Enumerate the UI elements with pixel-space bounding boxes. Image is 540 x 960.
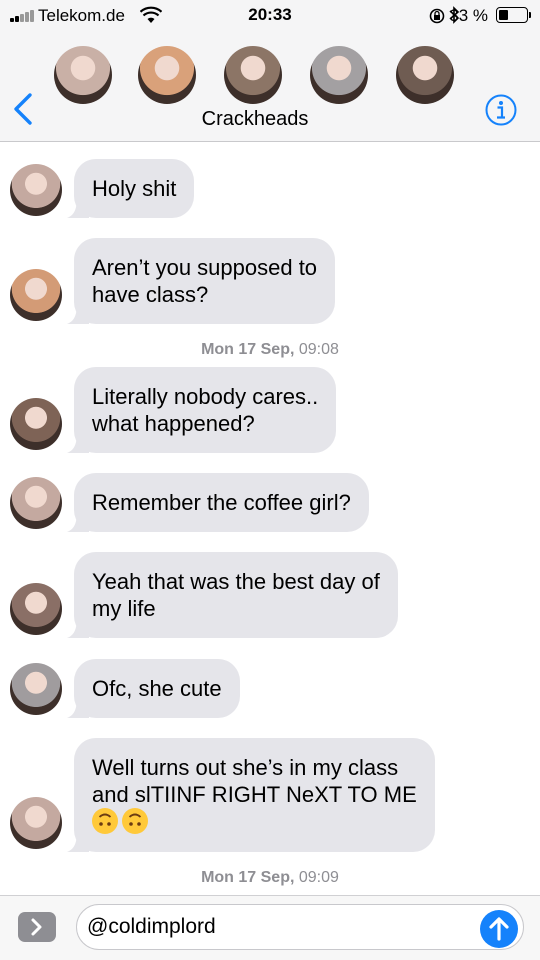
bubble-tail bbox=[67, 196, 89, 218]
battery-percentage: 33 % bbox=[449, 6, 488, 25]
message-bubble[interactable]: Remember the coffee girl? bbox=[67, 473, 369, 532]
timestamp-day: Mon 17 Sep, bbox=[201, 869, 295, 886]
emoji-line bbox=[92, 808, 417, 836]
upside-down-face-emoji-icon bbox=[92, 808, 118, 834]
message-text: Literally nobody cares.. bbox=[92, 384, 319, 409]
timestamp: Mon 17 Sep, 09:08 bbox=[0, 341, 540, 359]
group-title[interactable]: Crackheads bbox=[0, 108, 510, 131]
bubble-tail bbox=[67, 510, 89, 532]
rotation-lock-icon bbox=[429, 8, 445, 24]
navigation-header: Telekom.de 20:33 33 % Crackheads bbox=[0, 0, 540, 142]
message-text: and slTIINF RIGHT NeXT TO ME bbox=[92, 782, 417, 807]
group-avatar bbox=[224, 46, 282, 104]
timestamp-day: Mon 17 Sep, bbox=[201, 341, 295, 358]
chevron-right-icon bbox=[31, 918, 42, 936]
sender-avatar[interactable] bbox=[10, 797, 62, 849]
message-bubble[interactable]: Yeah that was the best day of my life bbox=[67, 552, 398, 638]
group-avatar bbox=[54, 46, 112, 104]
message-text: Aren’t you supposed to bbox=[92, 255, 318, 280]
message-row: Holy shit bbox=[0, 159, 540, 221]
sender-avatar[interactable] bbox=[10, 269, 62, 321]
sender-avatar[interactable] bbox=[10, 164, 62, 216]
message-bubble[interactable]: Aren’t you supposed to have class? bbox=[67, 238, 336, 324]
message-bubble[interactable]: Literally nobody cares.. what happened? bbox=[67, 367, 337, 453]
message-text: Holy shit bbox=[92, 176, 177, 201]
arrow-up-icon bbox=[489, 917, 509, 941]
message-thread[interactable]: Holy shit Aren’t you supposed to have cl… bbox=[0, 143, 540, 895]
group-avatar bbox=[310, 46, 368, 104]
message-text: Well turns out she’s in my class bbox=[92, 755, 399, 780]
message-input[interactable]: @coldimplord bbox=[76, 904, 524, 950]
status-bar: Telekom.de 20:33 33 % bbox=[0, 0, 540, 32]
timestamp-time: 09:09 bbox=[298, 869, 339, 886]
app-drawer-button[interactable] bbox=[18, 912, 56, 942]
message-bubble[interactable]: Well turns out she’s in my class and slT… bbox=[67, 738, 435, 852]
message-text: what happened? bbox=[92, 411, 255, 436]
bubble-tail bbox=[67, 830, 89, 852]
message-text: Yeah that was the best day of bbox=[92, 569, 380, 594]
bubble-tail bbox=[67, 302, 89, 324]
bubble-tail bbox=[67, 616, 89, 638]
message-bubble[interactable]: Holy shit bbox=[67, 159, 195, 218]
message-bubble[interactable]: Ofc, she cute bbox=[67, 659, 240, 718]
timestamp-time: 09:08 bbox=[298, 341, 339, 358]
message-text: Ofc, she cute bbox=[92, 676, 222, 701]
compose-bar: @coldimplord bbox=[0, 895, 540, 960]
message-row: Literally nobody cares.. what happened? bbox=[0, 367, 540, 457]
message-text: my life bbox=[92, 596, 156, 621]
message-row: Remember the coffee girl? bbox=[0, 473, 540, 535]
message-input-value: @coldimplord bbox=[87, 915, 216, 938]
info-icon[interactable] bbox=[485, 94, 517, 126]
group-avatars[interactable] bbox=[0, 46, 540, 104]
message-row: Aren’t you supposed to have class? bbox=[0, 238, 540, 328]
timestamp: Mon 17 Sep, 09:09 bbox=[0, 869, 540, 887]
message-text: have class? bbox=[92, 282, 209, 307]
message-text: Remember the coffee girl? bbox=[92, 490, 351, 515]
bubble-tail bbox=[67, 431, 89, 453]
sender-avatar[interactable] bbox=[10, 583, 62, 635]
battery-level-fill bbox=[499, 10, 508, 20]
sender-avatar[interactable] bbox=[10, 663, 62, 715]
battery-icon bbox=[496, 7, 531, 23]
bubble-tail bbox=[67, 696, 89, 718]
send-button[interactable] bbox=[480, 910, 518, 948]
message-row: Ofc, she cute bbox=[0, 659, 540, 721]
sender-avatar[interactable] bbox=[10, 398, 62, 450]
message-row: Well turns out she’s in my class and slT… bbox=[0, 738, 540, 855]
group-avatar bbox=[396, 46, 454, 104]
message-row: Yeah that was the best day of my life bbox=[0, 552, 540, 642]
upside-down-face-emoji-icon bbox=[122, 808, 148, 834]
sender-avatar[interactable] bbox=[10, 477, 62, 529]
group-avatar bbox=[138, 46, 196, 104]
